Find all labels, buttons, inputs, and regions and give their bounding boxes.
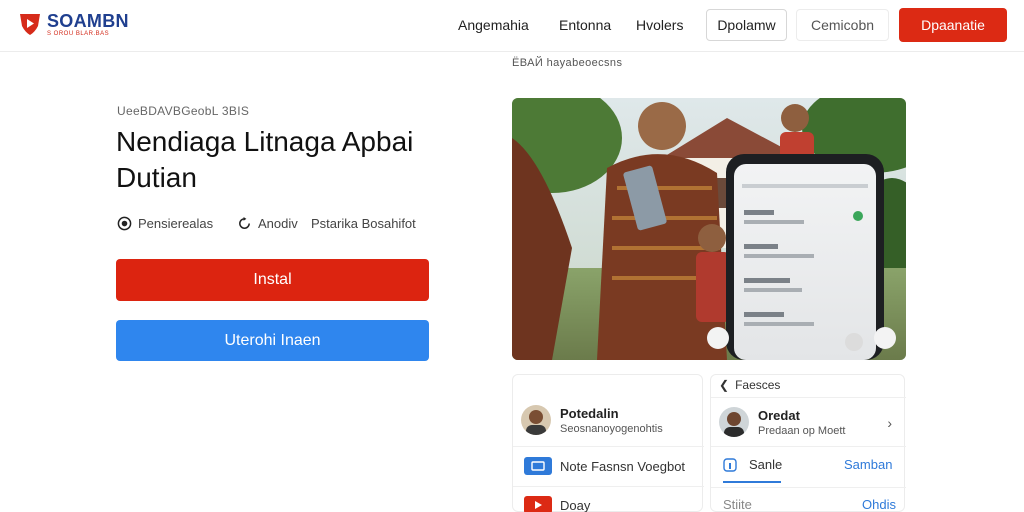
message-icon — [524, 457, 552, 475]
meta-label-3: Pstarika Bosahifot — [311, 216, 416, 231]
meta-label-1: Pensierealas — [138, 216, 214, 231]
profile-subtitle: Predaan op Moett — [758, 424, 846, 437]
top-header: SOAMBN S OROU BLAR.BAS Angemahia Entonna… — [0, 0, 1024, 52]
logo-tagline: S OROU BLAR.BAS — [47, 31, 110, 37]
list-item-2[interactable]: Doay — [513, 496, 702, 512]
divider — [513, 446, 704, 447]
list-item-1[interactable]: Note Fasnsn Voegbot — [513, 457, 702, 475]
tab-label: Sanle — [749, 457, 783, 472]
info-icon — [723, 457, 737, 472]
logo-name: SOAMBN — [47, 11, 129, 31]
play-icon — [524, 496, 552, 512]
header-outline-button-2[interactable]: Cemicobn — [796, 9, 889, 41]
meta-item-3: Pstarika Bosahifot — [311, 216, 416, 231]
list-item-label: Doay — [560, 497, 591, 512]
tab-2[interactable]: Samban — [844, 457, 892, 472]
page-title: Nendiaga Litnaga Apbai Dutian — [116, 126, 414, 193]
profile-subtitle: Seosnanoyogenohtis — [560, 422, 663, 435]
meta-label-2: Anodiv — [258, 216, 298, 231]
secondary-action-button[interactable]: Uterohi Inaen — [116, 320, 429, 361]
profile-row-left[interactable]: Potedalin Seosnanoyogenohtis — [513, 405, 702, 435]
meta-item-2: Anodiv — [237, 216, 298, 231]
profile-row-right[interactable]: Oredat Predaan op Moett › — [711, 407, 904, 437]
divider — [711, 397, 906, 398]
avatar — [719, 407, 749, 437]
profile-name: Potedalin — [560, 405, 619, 421]
divider — [711, 487, 906, 488]
profile-name: Oredat — [758, 407, 800, 423]
nav-link-2[interactable]: Entonna — [559, 17, 611, 33]
nav-link-1[interactable]: Angemahia — [458, 17, 529, 33]
meta-item-1: Pensierealas — [117, 216, 213, 231]
hero-photo-illustration — [512, 98, 906, 360]
chat-bubble-icon — [117, 216, 132, 231]
footer-label-1: Stiite — [723, 497, 752, 512]
contact-card-right: ❮ Faesces Oredat Predaan op Moett › Sanl… — [710, 374, 906, 512]
install-button[interactable]: Instal — [116, 259, 429, 301]
avatar — [521, 405, 551, 435]
back-arrow-icon: ❮ — [719, 378, 730, 392]
header-outline-button-1[interactable]: Dpolamw — [706, 9, 787, 41]
header-primary-button[interactable]: Dpaanatie — [899, 8, 1007, 42]
chevron-right-icon: › — [887, 415, 892, 431]
contact-card-left: Potedalin Seosnanoyogenohtis Note Fasnsn… — [512, 374, 704, 512]
nav-link-3[interactable]: Hvolers — [636, 17, 683, 33]
shield-play-logo-icon — [20, 14, 40, 35]
card-header-label: Faesces — [735, 378, 781, 392]
brand-logo[interactable]: SOAMBN S OROU BLAR.BAS — [18, 12, 129, 37]
image-caption: ЁВАЙ hayabeoecsns — [512, 57, 623, 69]
eyebrow-text: UeeBDAVBGeobL 3BIS — [117, 104, 250, 118]
refresh-icon — [239, 216, 250, 229]
divider — [711, 446, 906, 447]
footer-link[interactable]: Ohdis — [862, 497, 896, 512]
tab-1[interactable]: Sanle — [723, 457, 782, 472]
divider — [513, 486, 704, 487]
hero-photo — [512, 98, 906, 360]
list-item-label: Note Fasnsn Voegbot — [560, 458, 686, 474]
card-header[interactable]: ❮ Faesces — [719, 378, 780, 392]
active-tab-indicator — [723, 481, 781, 483]
